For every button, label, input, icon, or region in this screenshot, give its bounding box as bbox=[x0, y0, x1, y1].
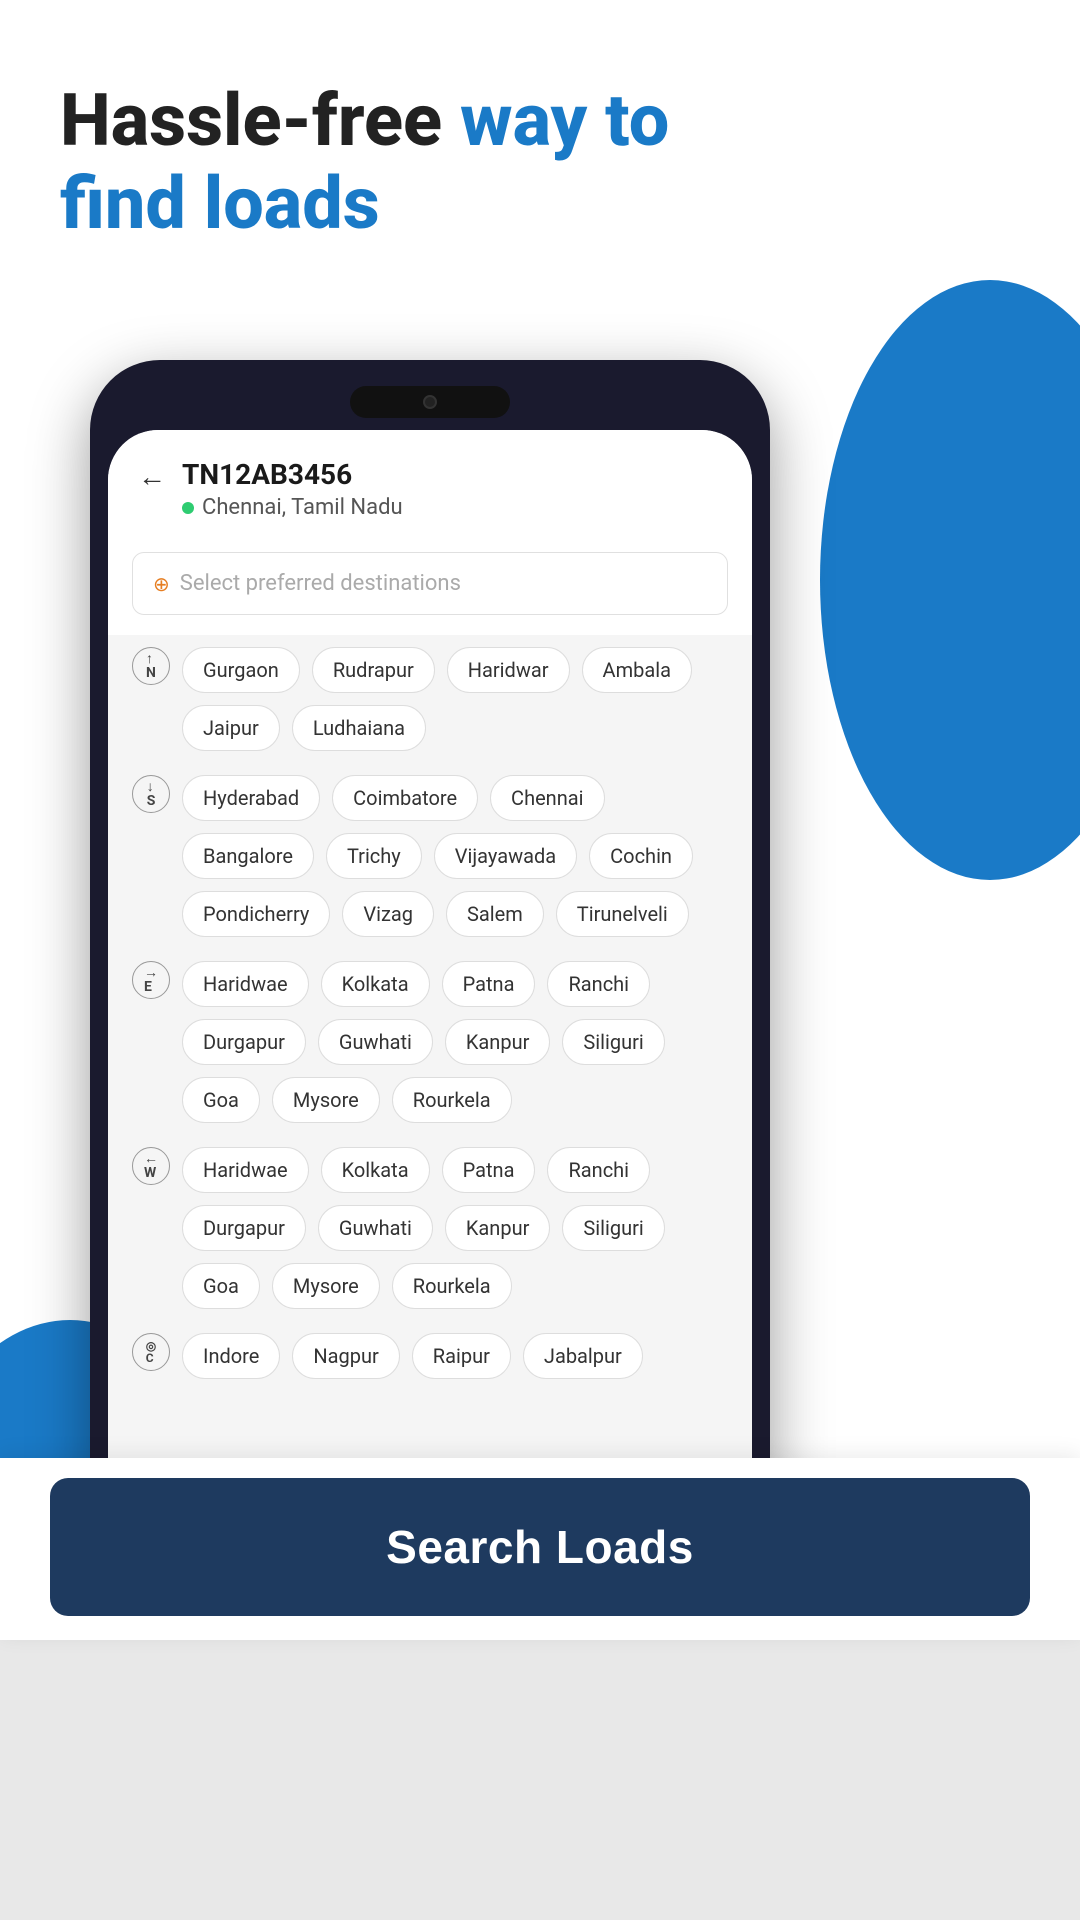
tag-gurgaon[interactable]: Gurgaon bbox=[182, 647, 300, 693]
south-icon: ↓S bbox=[132, 775, 170, 813]
west-header: ←W Haridwae Kolkata Patna Ranchi Durgapu… bbox=[132, 1147, 728, 1309]
tag-ambala[interactable]: Ambala bbox=[582, 647, 692, 693]
north-header: ↑N Gurgaon Rudrapur Haridwar Ambala Jaip… bbox=[132, 647, 728, 751]
central-icon: ◎C bbox=[132, 1333, 170, 1371]
tag-indore[interactable]: Indore bbox=[182, 1333, 280, 1379]
location-text: Chennai, Tamil Nadu bbox=[202, 495, 403, 520]
bottom-hint-bar bbox=[0, 1640, 1080, 1920]
tag-kolkata-e[interactable]: Kolkata bbox=[321, 961, 430, 1007]
vehicle-location: Chennai, Tamil Nadu bbox=[182, 495, 403, 520]
tag-haridwar[interactable]: Haridwar bbox=[447, 647, 570, 693]
east-tags: Haridwae Kolkata Patna Ranchi Durgapur G… bbox=[182, 961, 728, 1123]
tag-ranchi-e[interactable]: Ranchi bbox=[547, 961, 650, 1007]
back-button[interactable]: ← bbox=[138, 460, 166, 493]
online-status-dot bbox=[182, 502, 194, 514]
bottom-action-bar: Search Loads bbox=[0, 1458, 1080, 1640]
west-icon: ←W bbox=[132, 1147, 170, 1185]
tag-tirunelveli[interactable]: Tirunelveli bbox=[556, 891, 689, 937]
tag-rudrapur[interactable]: Rudrapur bbox=[312, 647, 435, 693]
tag-raipur[interactable]: Raipur bbox=[412, 1333, 511, 1379]
decorative-circle-right bbox=[820, 280, 1080, 880]
tag-durgapur-e[interactable]: Durgapur bbox=[182, 1019, 306, 1065]
search-container: ⊕ Select preferred destinations bbox=[108, 536, 752, 635]
search-placeholder: Select preferred destinations bbox=[180, 571, 461, 596]
east-section: →E Haridwae Kolkata Patna Ranchi Durgapu… bbox=[132, 961, 728, 1123]
north-section: ↑N Gurgaon Rudrapur Haridwar Ambala Jaip… bbox=[132, 647, 728, 751]
tag-guwhati-e[interactable]: Guwhati bbox=[318, 1019, 433, 1065]
south-header: ↓S Hyderabad Coimbatore Chennai Bangalor… bbox=[132, 775, 728, 937]
tag-ranchi-w[interactable]: Ranchi bbox=[547, 1147, 650, 1193]
tag-vijayawada[interactable]: Vijayawada bbox=[434, 833, 577, 879]
tag-durgapur-w[interactable]: Durgapur bbox=[182, 1205, 306, 1251]
tag-cochin[interactable]: Cochin bbox=[589, 833, 693, 879]
tag-goa-w[interactable]: Goa bbox=[182, 1263, 260, 1309]
east-icon: →E bbox=[132, 961, 170, 999]
phone-screen: ← TN12AB3456 Chennai, Tamil Nadu ⊕ Selec… bbox=[108, 430, 752, 1630]
tag-nagpur[interactable]: Nagpur bbox=[292, 1333, 399, 1379]
vehicle-id: TN12AB3456 bbox=[182, 458, 403, 491]
tag-mysore-w[interactable]: Mysore bbox=[272, 1263, 380, 1309]
tag-rourkela-w[interactable]: Rourkela bbox=[392, 1263, 512, 1309]
tag-siliguri-w[interactable]: Siliguri bbox=[562, 1205, 664, 1251]
headline: Hassle-free way to find loads bbox=[60, 80, 760, 246]
tag-kanpur-w[interactable]: Kanpur bbox=[445, 1205, 551, 1251]
vehicle-info: TN12AB3456 Chennai, Tamil Nadu bbox=[182, 458, 403, 520]
tag-mysore-e[interactable]: Mysore bbox=[272, 1077, 380, 1123]
tag-patna-e[interactable]: Patna bbox=[442, 961, 536, 1007]
north-icon: ↑N bbox=[132, 647, 170, 685]
phone-mockup: ← TN12AB3456 Chennai, Tamil Nadu ⊕ Selec… bbox=[90, 360, 770, 1648]
destinations-container: ↑N Gurgaon Rudrapur Haridwar Ambala Jaip… bbox=[108, 635, 752, 1415]
central-header: ◎C Indore Nagpur Raipur Jabalpur bbox=[132, 1333, 728, 1379]
tag-bangalore[interactable]: Bangalore bbox=[182, 833, 314, 879]
east-header: →E Haridwae Kolkata Patna Ranchi Durgapu… bbox=[132, 961, 728, 1123]
phone-frame: ← TN12AB3456 Chennai, Tamil Nadu ⊕ Selec… bbox=[90, 360, 770, 1648]
central-tags: Indore Nagpur Raipur Jabalpur bbox=[182, 1333, 728, 1379]
west-tags: Haridwae Kolkata Patna Ranchi Durgapur G… bbox=[182, 1147, 728, 1309]
tag-hyderabad[interactable]: Hyderabad bbox=[182, 775, 320, 821]
tag-patna-w[interactable]: Patna bbox=[442, 1147, 536, 1193]
search-loads-button[interactable]: Search Loads bbox=[50, 1478, 1030, 1616]
tag-jabalpur[interactable]: Jabalpur bbox=[523, 1333, 643, 1379]
tag-rourkela-e[interactable]: Rourkela bbox=[392, 1077, 512, 1123]
phone-notch-bar bbox=[108, 378, 752, 430]
south-section: ↓S Hyderabad Coimbatore Chennai Bangalor… bbox=[132, 775, 728, 937]
central-section: ◎C Indore Nagpur Raipur Jabalpur bbox=[132, 1333, 728, 1379]
tag-chennai[interactable]: Chennai bbox=[490, 775, 604, 821]
tag-ludhaiana[interactable]: Ludhaiana bbox=[292, 705, 426, 751]
tag-salem[interactable]: Salem bbox=[446, 891, 544, 937]
tag-pondicherry[interactable]: Pondicherry bbox=[182, 891, 330, 937]
destination-search-field[interactable]: ⊕ Select preferred destinations bbox=[132, 552, 728, 615]
tag-siliguri-e[interactable]: Siliguri bbox=[562, 1019, 664, 1065]
tag-coimbatore[interactable]: Coimbatore bbox=[332, 775, 478, 821]
tag-vizag[interactable]: Vizag bbox=[342, 891, 434, 937]
tag-guwhati-w[interactable]: Guwhati bbox=[318, 1205, 433, 1251]
tag-haridwae-e[interactable]: Haridwae bbox=[182, 961, 309, 1007]
tag-goa-e[interactable]: Goa bbox=[182, 1077, 260, 1123]
west-section: ←W Haridwae Kolkata Patna Ranchi Durgapu… bbox=[132, 1147, 728, 1309]
location-pin-icon: ⊕ bbox=[153, 572, 170, 596]
headline-part1: Hassle-free bbox=[60, 78, 460, 163]
north-tags: Gurgaon Rudrapur Haridwar Ambala Jaipur … bbox=[182, 647, 728, 751]
tag-kolkata-w[interactable]: Kolkata bbox=[321, 1147, 430, 1193]
tag-jaipur[interactable]: Jaipur bbox=[182, 705, 280, 751]
tag-haridwae-w[interactable]: Haridwae bbox=[182, 1147, 309, 1193]
tag-trichy[interactable]: Trichy bbox=[326, 833, 422, 879]
tag-kanpur-e[interactable]: Kanpur bbox=[445, 1019, 551, 1065]
phone-notch bbox=[350, 386, 510, 418]
screen-header: ← TN12AB3456 Chennai, Tamil Nadu bbox=[108, 430, 752, 536]
south-tags: Hyderabad Coimbatore Chennai Bangalore T… bbox=[182, 775, 728, 937]
phone-camera bbox=[423, 395, 437, 409]
